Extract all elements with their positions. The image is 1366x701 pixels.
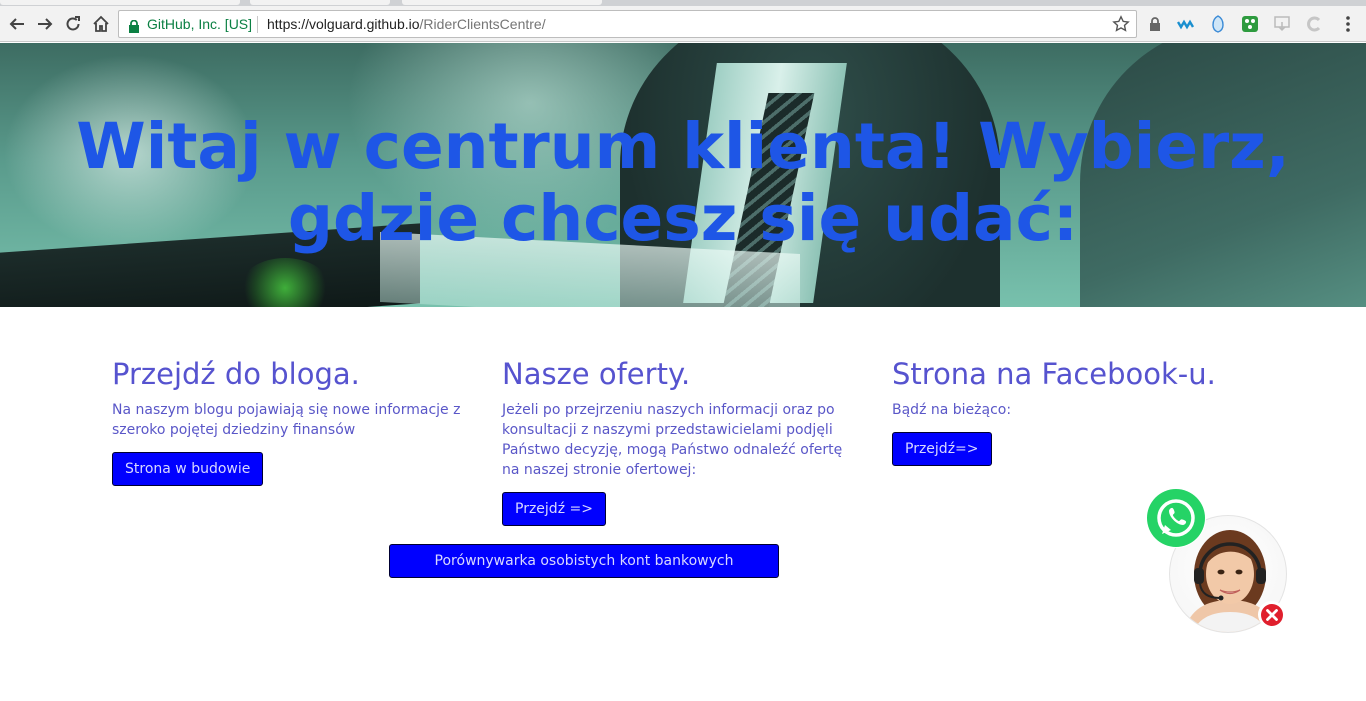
blog-button[interactable]: Strona w budowie xyxy=(112,452,264,486)
hero-title: Witaj w centrum klienta! Wybierz, gdzie … xyxy=(76,110,1290,255)
star-icon[interactable] xyxy=(1112,15,1130,37)
facebook-description: Bądź na bieżąco: xyxy=(892,402,1012,418)
browser-tab[interactable] xyxy=(402,0,602,5)
reload-icon[interactable] xyxy=(61,12,85,36)
offers-section: Nasze oferty. Jeżeli po przejrzeniu nasz… xyxy=(502,356,862,526)
blog-section: Przejdź do bloga. Na naszym blogu pojawi… xyxy=(112,356,472,486)
wave-extension-icon[interactable] xyxy=(1177,15,1195,33)
compare-accounts-button[interactable]: Porównywarka osobistych kont bankowych xyxy=(389,544,779,578)
facebook-section: Strona na Facebook-u. Bądź na bieżąco: P… xyxy=(892,356,1252,466)
url-path: /RiderClientsCentre/ xyxy=(419,16,546,32)
menu-icon[interactable] xyxy=(1339,15,1357,33)
close-icon[interactable] xyxy=(1258,601,1285,628)
hero-banner: Witaj w centrum klienta! Wybierz, gdzie … xyxy=(0,43,1366,307)
url-host: https://volguard.github.io xyxy=(267,16,420,32)
forward-icon[interactable] xyxy=(33,12,57,36)
lock-icon xyxy=(128,18,140,37)
blog-description: Na naszym blogu pojawiają się nowe infor… xyxy=(112,402,461,438)
facebook-button[interactable]: Przejdź=> xyxy=(892,432,992,466)
browser-tab[interactable] xyxy=(250,0,390,5)
facebook-heading: Strona na Facebook-u. xyxy=(892,357,1216,391)
shield-extension-icon[interactable] xyxy=(1209,15,1227,33)
omnibox-divider xyxy=(257,16,258,33)
download-extension-icon[interactable] xyxy=(1273,15,1291,33)
blog-heading: Przejdź do bloga. xyxy=(112,357,360,391)
green-extension-icon[interactable] xyxy=(1241,15,1259,33)
lock-extension-icon[interactable] xyxy=(1146,15,1164,33)
browser-toolbar: GitHub, Inc. [US] https://volguard.githu… xyxy=(0,6,1366,42)
offers-description: Jeżeli po przejrzeniu naszych informacji… xyxy=(502,402,843,478)
url-text[interactable]: https://volguard.github.io/RiderClientsC… xyxy=(267,16,546,32)
offers-heading: Nasze oferty. xyxy=(502,357,691,391)
c-extension-icon[interactable] xyxy=(1305,15,1323,33)
secure-site-label[interactable]: GitHub, Inc. [US] xyxy=(147,16,252,32)
address-bar[interactable]: GitHub, Inc. [US] https://volguard.githu… xyxy=(118,10,1137,38)
home-icon[interactable] xyxy=(89,12,113,36)
offers-button[interactable]: Przejdź => xyxy=(502,492,606,526)
browser-tab[interactable] xyxy=(0,0,240,5)
back-icon[interactable] xyxy=(5,12,29,36)
whatsapp-icon[interactable] xyxy=(1146,488,1206,548)
